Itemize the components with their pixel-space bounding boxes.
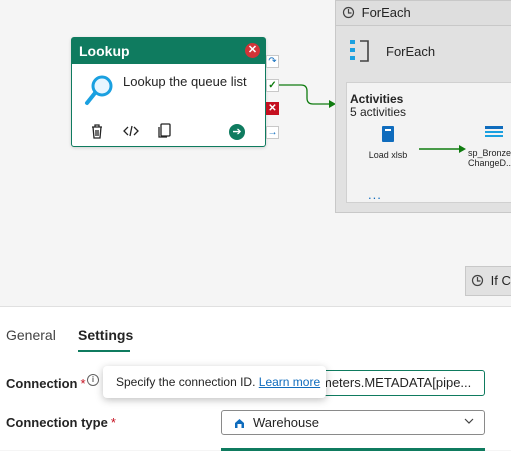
if-condition-activity[interactable]: If C [465,266,511,296]
notebook-icon[interactable] [381,125,395,146]
activity-item-label: sp_Bronze ChangeD... [468,148,511,168]
success-connector [279,84,336,108]
tab-general[interactable]: General [6,327,56,343]
connection-type-value: Warehouse [253,415,319,430]
tooltip-text: Specify the connection ID. [116,375,256,389]
search-icon [84,74,114,109]
pipeline-canvas[interactable]: Lookup ✕ Lookup the queue list ➔ ↷ ✓ ✕ →… [0,0,511,306]
learn-more-link[interactable]: Learn more [259,375,320,389]
foreach-activity[interactable]: ForEach ForEach Activities 5 activities … [335,0,511,213]
foreach-activities-box[interactable]: Activities 5 activities Load xlsb sp_Bro… [346,82,511,203]
lookup-activity-title: Lookup [79,43,130,59]
activities-title: Activities [350,92,404,106]
delete-icon[interactable] [88,122,108,142]
properties-panel: General Settings Connection * i meters.ME… [0,306,511,451]
stored-procedure-icon[interactable] [484,125,504,144]
copy-icon[interactable] [156,122,176,142]
delete-activity-icon[interactable]: ✕ [245,43,260,58]
lookup-activity-card[interactable]: Lookup ✕ Lookup the queue list ➔ [71,37,266,147]
completion-port-icon[interactable]: → [266,126,279,139]
activities-count: 5 activities [350,105,407,119]
lookup-activity-header: Lookup ✕ [72,38,265,64]
connection-value: meters.METADATA[pipe... [321,375,472,390]
connection-type-label: Connection type * [6,415,116,430]
tab-settings[interactable]: Settings [78,327,133,343]
connection-label: Connection * [6,376,86,391]
foreach-header-label: ForEach [361,5,411,20]
more-activities-button[interactable]: ... [368,187,382,202]
warehouse-icon [234,417,245,432]
go-arrow-icon[interactable]: ➔ [229,124,245,140]
foreach-icon [348,38,372,66]
if-condition-icon [471,274,484,290]
failure-port-icon[interactable]: ✕ [266,102,279,115]
activity-item-label: Load xlsb [368,150,408,160]
connection-tooltip: Specify the connection ID. Learn more [103,366,326,398]
connection-type-select[interactable]: Warehouse [221,410,485,435]
lookup-activity-description: Lookup the queue list [123,74,247,89]
connection-input[interactable]: meters.METADATA[pipe... [320,370,485,396]
success-port-icon[interactable]: ✓ [266,79,279,92]
code-icon[interactable] [122,122,142,142]
activity-connector [419,145,466,153]
foreach-header-icon [342,6,355,22]
foreach-title: ForEach [386,44,436,59]
foreach-header: ForEach [336,1,511,26]
skip-port-icon[interactable]: ↷ [266,55,279,68]
if-condition-label: If C [490,273,511,288]
active-tab-indicator [78,350,130,352]
chevron-down-icon [463,415,475,430]
info-icon[interactable]: i [87,374,99,386]
